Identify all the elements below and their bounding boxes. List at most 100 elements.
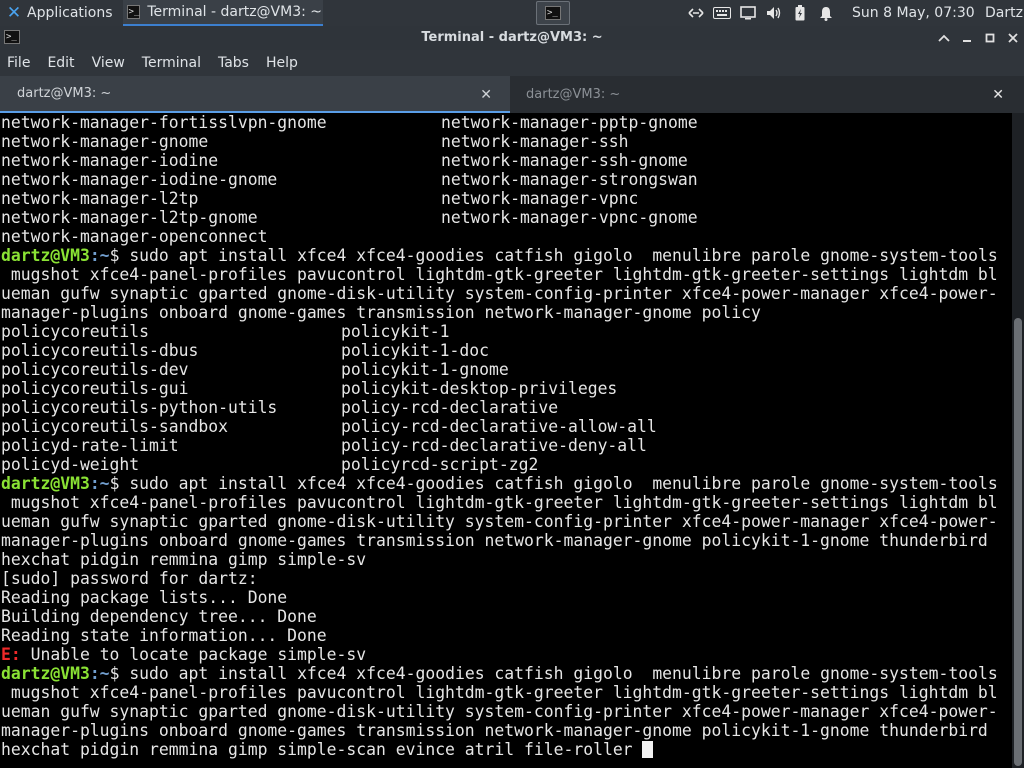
- command-text: sudo apt install xfce4 xfce4-goodies cat…: [129, 474, 998, 493]
- minimize-button[interactable]: [957, 28, 977, 48]
- system-tray: [683, 0, 839, 26]
- terminal-scrollbar[interactable]: [1012, 113, 1024, 768]
- command-text: sudo apt install xfce4 xfce4-goodies cat…: [129, 664, 998, 683]
- terminal-line: policyd-weight policyrcd-script-zg2: [0, 455, 1012, 474]
- prompt-symbol: $: [109, 664, 130, 683]
- command-continuation-line: mugshot xfce4-panel-profiles pavucontrol…: [0, 683, 1012, 702]
- display-icon[interactable]: [735, 0, 761, 26]
- package-name: network-manager-strongswan: [441, 170, 698, 189]
- package-name: network-manager-pptp-gnome: [441, 113, 698, 132]
- window-title: Terminal - dartz@VM3: ~: [421, 30, 603, 45]
- command-continuation-line: manager-plugins onboard gnome-games tran…: [0, 721, 1012, 740]
- command-continuation-line: mugshot xfce4-panel-profiles pavucontrol…: [0, 265, 1012, 284]
- maximize-button[interactable]: [980, 28, 1000, 48]
- tab-2[interactable]: dartz@VM3: ~ ✕: [512, 76, 1024, 113]
- terminal-output[interactable]: network-manager-fortisslvpn-gnome network…: [0, 113, 1012, 768]
- top-panel: ✕ Applications >_ Terminal - dartz@VM3: …: [0, 0, 1024, 26]
- output-line: Reading state information... Done: [0, 626, 1012, 645]
- battery-icon[interactable]: [787, 0, 813, 26]
- command-continuation-line: hexchat pidgin remmina gimp simple-scan …: [0, 740, 1012, 759]
- terminal-line: policycoreutils-dev policykit-1-gnome: [0, 360, 1012, 379]
- menu-edit[interactable]: Edit: [47, 55, 74, 71]
- menu-view[interactable]: View: [92, 55, 125, 71]
- package-name: policycoreutils-dev: [1, 360, 189, 379]
- terminal-launcher-button[interactable]: >_: [536, 1, 570, 25]
- command-text: hexchat pidgin remmina gimp simple-sv: [1, 550, 367, 569]
- error-line: E: Unable to locate package simple-sv: [0, 645, 1012, 664]
- panel-clock[interactable]: Sun 8 May, 07:30: [852, 0, 975, 26]
- terminal-icon: >_: [126, 5, 141, 19]
- package-name: network-manager-iodine: [1, 151, 219, 170]
- command-text: ueman gufw synaptic gparted gnome-disk-u…: [1, 702, 998, 721]
- terminal-line: policycoreutils policykit-1: [0, 322, 1012, 341]
- tab-1-label: dartz@VM3: ~: [17, 86, 112, 101]
- maximize-icon: [985, 33, 995, 43]
- package-name: policycoreutils: [1, 322, 150, 341]
- output-text: [sudo] password for dartz:: [1, 569, 258, 588]
- command-text: ueman gufw synaptic gparted gnome-disk-u…: [1, 284, 998, 303]
- tab-1-close-icon[interactable]: ✕: [480, 87, 492, 103]
- command-text: mugshot xfce4-panel-profiles pavucontrol…: [1, 493, 998, 512]
- output-line: Reading package lists... Done: [0, 588, 1012, 607]
- terminal-line: network-manager-fortisslvpn-gnome network…: [0, 113, 1012, 132]
- menu-bar: File Edit View Terminal Tabs Help: [0, 50, 1024, 76]
- terminal-line: policycoreutils-python-utils policy-rcd-d…: [0, 398, 1012, 417]
- output-line: [sudo] password for dartz:: [0, 569, 1012, 588]
- prompt-path: :~: [89, 664, 110, 683]
- window-titlebar[interactable]: >_ Terminal - dartz@VM3: ~: [0, 26, 1024, 50]
- command-continuation-line: ueman gufw synaptic gparted gnome-disk-u…: [0, 702, 1012, 721]
- terminal-line: network-manager-l2tp-gnome network-manage…: [0, 208, 1012, 227]
- command-continuation-line: manager-plugins onboard gnome-games tran…: [0, 531, 1012, 550]
- applications-menu-button[interactable]: ✕ Applications: [0, 0, 123, 26]
- taskbar-terminal-button[interactable]: >_ Terminal - dartz@VM3: ~: [122, 0, 323, 26]
- tab-1[interactable]: dartz@VM3: ~ ✕: [0, 76, 510, 113]
- package-name: network-manager-openconnect: [1, 227, 268, 246]
- command-text: ueman gufw synaptic gparted gnome-disk-u…: [1, 512, 998, 531]
- prompt-path: :~: [89, 246, 110, 265]
- terminal-line: network-manager-gnome network-manager-ssh: [0, 132, 1012, 151]
- keyboard-icon[interactable]: [709, 0, 735, 26]
- window-menu-button[interactable]: [934, 28, 954, 48]
- command-continuation-line: ueman gufw synaptic gparted gnome-disk-u…: [0, 284, 1012, 303]
- package-name: policy-rcd-declarative-deny-all: [341, 436, 647, 455]
- xfce-logo-icon: ✕: [6, 3, 22, 23]
- package-name: network-manager-l2tp-gnome: [1, 208, 258, 227]
- package-name: network-manager-vpnc: [441, 189, 639, 208]
- command-text: manager-plugins onboard gnome-games tran…: [1, 303, 761, 322]
- prompt-symbol: $: [109, 246, 130, 265]
- package-name: policycoreutils-gui: [1, 379, 189, 398]
- command-text: sudo apt install xfce4 xfce4-goodies cat…: [129, 246, 998, 265]
- prompt-user: dartz@VM3: [1, 664, 90, 683]
- scrollbar-thumb[interactable]: [1014, 318, 1022, 766]
- terminal-line: network-manager-openconnect: [0, 227, 1012, 246]
- panel-user-menu[interactable]: Dartz: [985, 0, 1023, 26]
- menu-tabs[interactable]: Tabs: [218, 55, 249, 71]
- close-window-button[interactable]: [1003, 28, 1023, 48]
- output-text: Reading state information... Done: [1, 626, 327, 645]
- terminal-line: policycoreutils-dbus policykit-1-doc: [0, 341, 1012, 360]
- command-prompt-line: dartz@VM3:~$ sudo apt install xfce4 xfce…: [0, 246, 1012, 265]
- output-line: Building dependency tree... Done: [0, 607, 1012, 626]
- command-text: hexchat pidgin remmina gimp simple-scan …: [1, 740, 643, 759]
- prompt-user: dartz@VM3: [1, 474, 90, 493]
- menu-file[interactable]: File: [7, 55, 30, 71]
- volume-icon[interactable]: [761, 0, 787, 26]
- command-text: manager-plugins onboard gnome-games tran…: [1, 721, 998, 740]
- menu-terminal[interactable]: Terminal: [142, 55, 201, 71]
- terminal-line: policyd-rate-limit policy-rcd-declarative…: [0, 436, 1012, 455]
- package-name: policycoreutils-dbus: [1, 341, 199, 360]
- terminal-line: network-manager-iodine-gnome network-mana…: [0, 170, 1012, 189]
- menu-help[interactable]: Help: [266, 55, 298, 71]
- package-name: policykit-1-doc: [341, 341, 490, 360]
- notification-bell-icon[interactable]: [813, 0, 839, 26]
- command-continuation-line: mugshot xfce4-panel-profiles pavucontrol…: [0, 493, 1012, 512]
- package-name: policycoreutils-sandbox: [1, 417, 228, 436]
- terminal-line: policycoreutils-gui policykit-desktop-pri…: [0, 379, 1012, 398]
- terminal-line: network-manager-l2tp network-manager-vpnc: [0, 189, 1012, 208]
- command-prompt-line: dartz@VM3:~$ sudo apt install xfce4 xfce…: [0, 474, 1012, 493]
- network-icon[interactable]: [683, 0, 709, 26]
- minimize-icon: [963, 40, 971, 42]
- terminal-line: network-manager-iodine network-manager-ss…: [0, 151, 1012, 170]
- package-name: policykit-desktop-privileges: [341, 379, 618, 398]
- tab-2-close-icon[interactable]: ✕: [992, 87, 1004, 103]
